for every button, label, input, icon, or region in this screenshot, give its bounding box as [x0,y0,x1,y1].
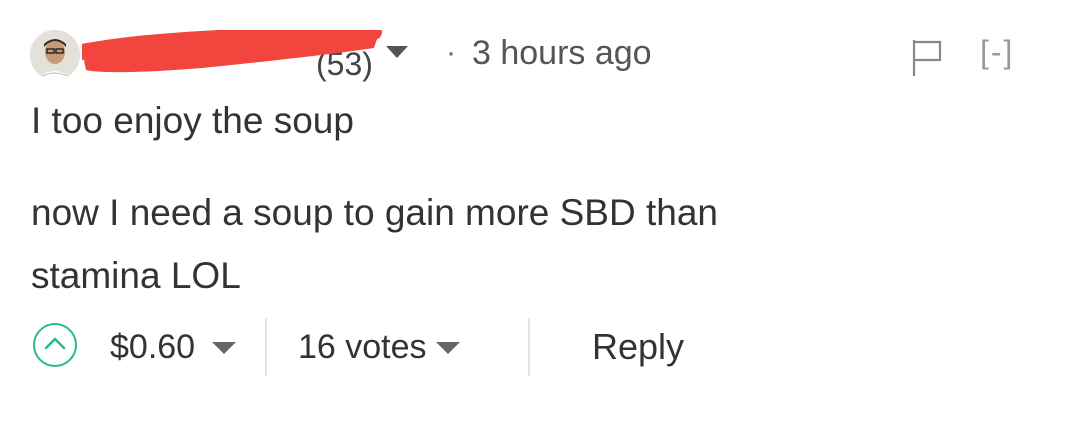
comment-body-line: I too enjoy the soup [31,100,354,141]
author-block[interactable]: prem (53) [82,28,408,82]
upvote-button[interactable] [33,323,77,367]
collapse-button[interactable]: [-] [980,34,1014,71]
redaction-mark [82,30,382,73]
divider [265,318,267,376]
comment-body-line: now I need a soup to gain more SBD than [31,192,718,233]
votes-dropdown-icon[interactable] [436,342,460,354]
vote-count[interactable]: 16 votes [298,328,427,367]
user-avatar[interactable] [30,30,80,80]
separator-dot: · [446,36,456,69]
payout-dropdown-icon[interactable] [212,342,236,354]
chevron-up-icon [44,337,66,350]
timestamp[interactable]: 3 hours ago [472,34,652,73]
payout-amount[interactable]: $0.60 [110,328,195,367]
comment-body-line: stamina LOL [31,255,241,296]
flag-icon[interactable] [910,38,944,78]
author-menu-caret-icon[interactable] [386,46,408,58]
divider [528,318,530,376]
reply-button[interactable]: Reply [592,326,684,368]
comment: prem (53) · 3 hours ago [-] I too enjoy … [0,0,1080,425]
